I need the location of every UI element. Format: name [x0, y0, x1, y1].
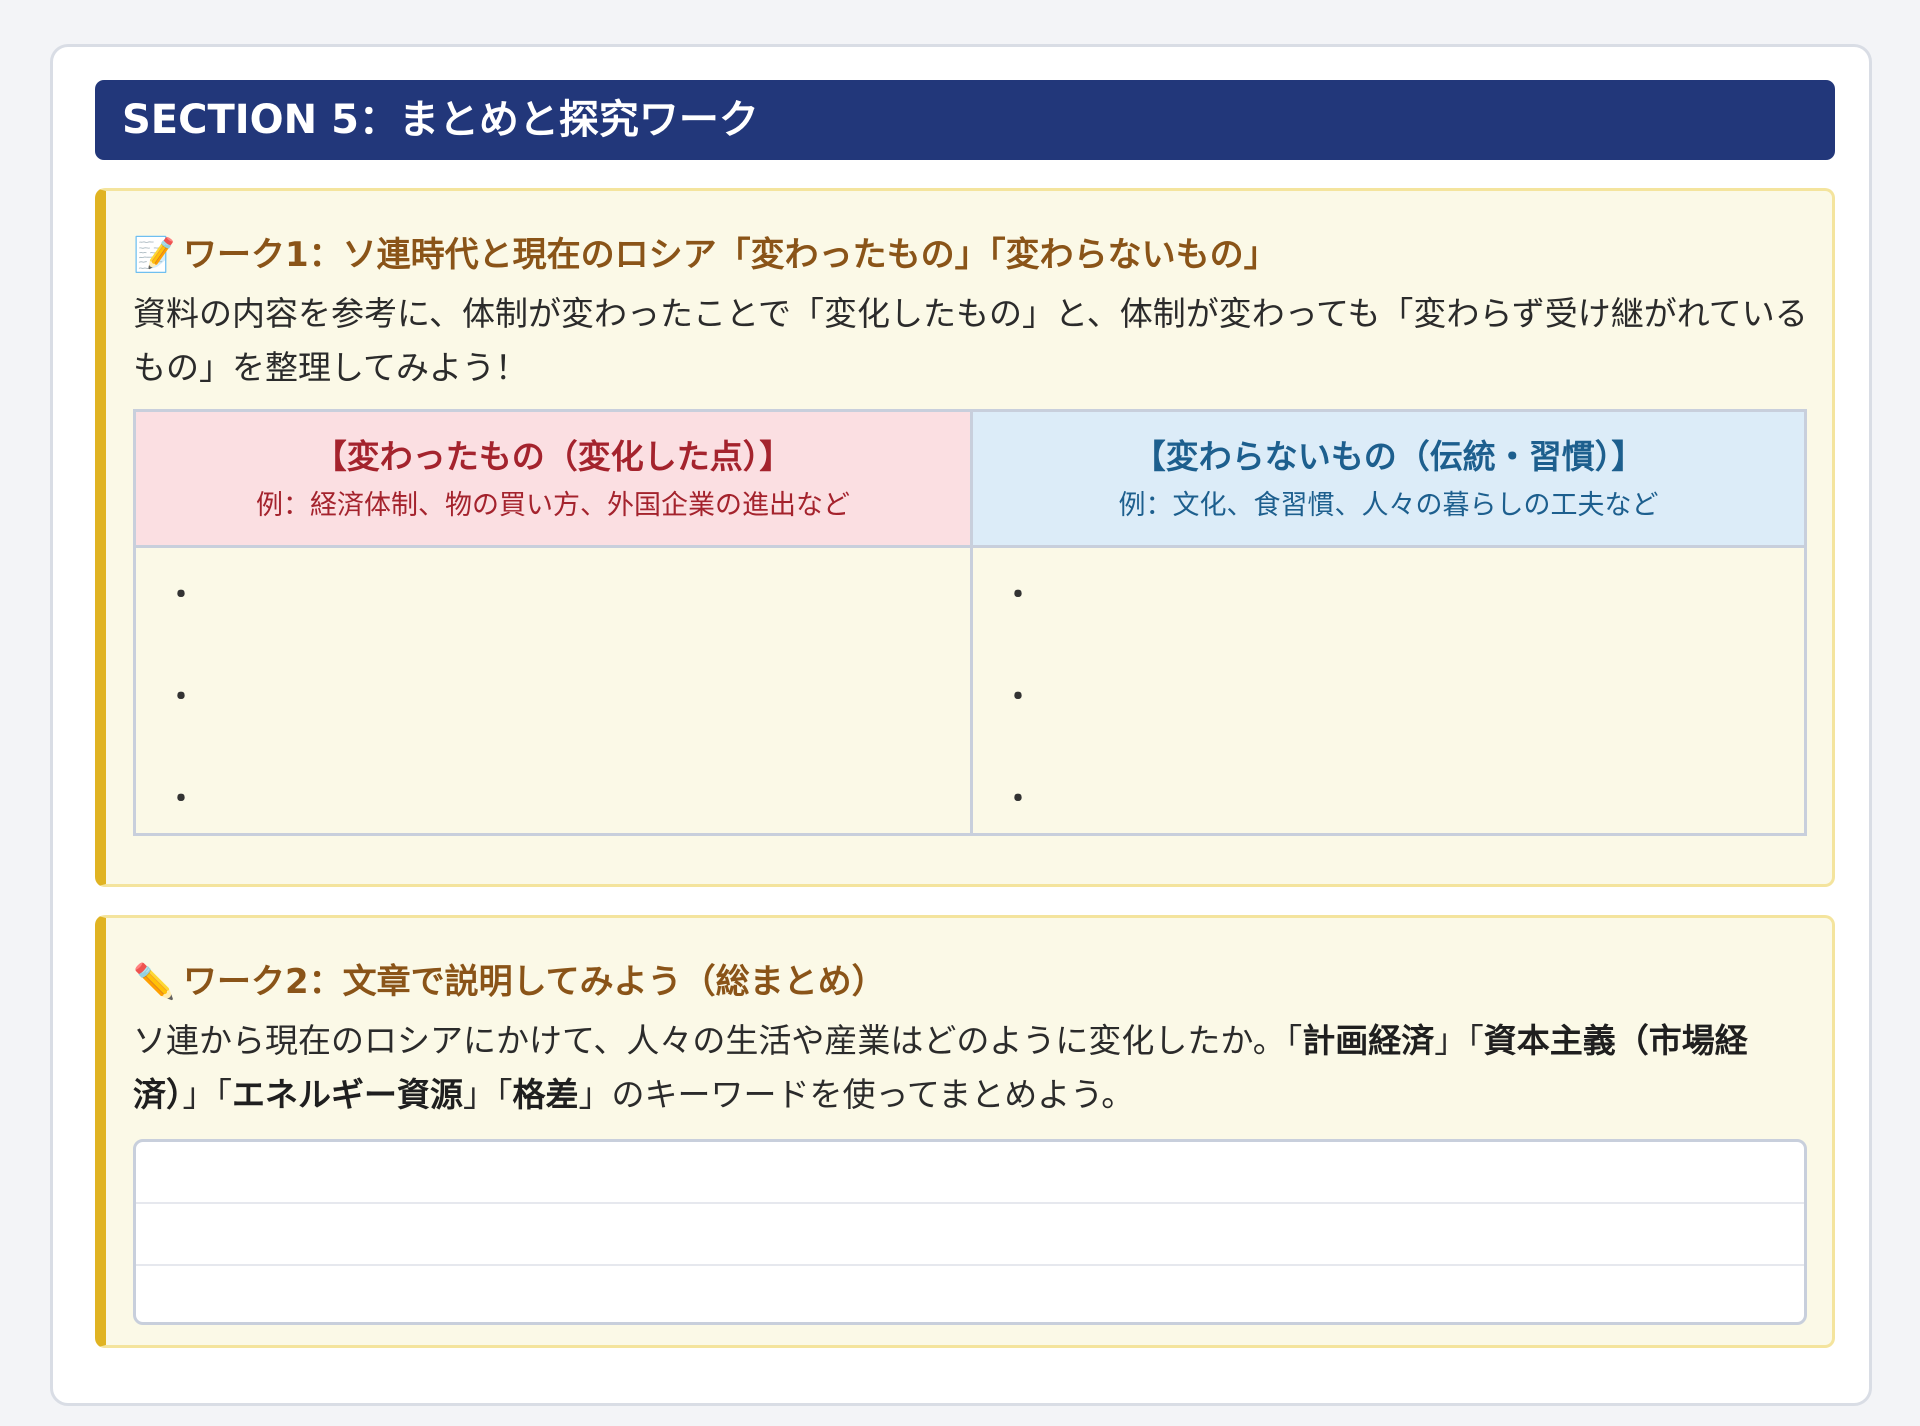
changed-column-example: 例：経済体制、物の買い方、外国企業の進出など	[256, 490, 850, 521]
bullet-point: ・	[1003, 680, 1033, 715]
keyword-planned-economy: 計画経済	[1302, 1021, 1435, 1060]
answer-line	[136, 1202, 1804, 1204]
unchanged-answer-area[interactable]: ・ ・ ・	[973, 548, 1804, 836]
bullet-point: ・	[166, 680, 196, 715]
bullet-point: ・	[166, 782, 196, 817]
work2-title: ✏️ ワーク2：文章で説明してみよう（総まとめ）	[133, 954, 886, 1003]
desc-text: 」「	[463, 1075, 513, 1114]
pencil-icon: ✏️	[133, 962, 176, 1002]
comparison-table: 【変わったもの（変化した点）】 例：経済体制、物の買い方、外国企業の進出など ・…	[133, 409, 1807, 836]
bullet-point: ・	[1003, 578, 1033, 613]
keyword-inequality: 格差	[512, 1075, 579, 1114]
changed-column-header: 【変わったもの（変化した点）】 例：経済体制、物の買い方、外国企業の進出など	[136, 412, 970, 548]
changed-answer-area[interactable]: ・ ・ ・	[136, 548, 970, 836]
answer-line	[136, 1264, 1804, 1266]
desc-text: 」「	[1434, 1021, 1484, 1060]
worksheet-card: SECTION 5：まとめと探究ワーク 📝 ワーク1：ソ連時代と現在のロシア「変わ…	[50, 44, 1872, 1406]
keyword-energy-resources: エネルギー資源	[232, 1075, 463, 1114]
work2-title-text: ワーク2：文章で説明してみよう（総まとめ）	[183, 962, 886, 1002]
work1-panel: 📝 ワーク1：ソ連時代と現在のロシア「変わったもの」「変わらないもの」 資料の内容…	[95, 188, 1835, 887]
desc-text: 」「	[182, 1075, 233, 1114]
answer-writing-box[interactable]	[133, 1139, 1807, 1325]
work2-panel: ✏️ ワーク2：文章で説明してみよう（総まとめ） ソ連から現在のロシアにかけて、人…	[95, 915, 1835, 1348]
unchanged-column-example: 例：文化、食習慣、人々の暮らしの工夫など	[1118, 490, 1659, 521]
desc-text: 」のキーワードを使ってまとめよう。	[578, 1075, 1135, 1114]
bullet-point: ・	[1003, 782, 1033, 817]
work1-title-text: ワーク1：ソ連時代と現在のロシア「変わったもの」「変わらないもの」	[183, 235, 1278, 275]
unchanged-column-title: 【変わらないもの（伝統・習慣）】	[1132, 437, 1645, 476]
unchanged-column: 【変わらないもの（伝統・習慣）】 例：文化、食習慣、人々の暮らしの工夫など ・ …	[970, 412, 1804, 833]
section-header: SECTION 5：まとめと探究ワーク	[95, 80, 1835, 160]
work1-title: 📝 ワーク1：ソ連時代と現在のロシア「変わったもの」「変わらないもの」	[133, 227, 1278, 276]
bullet-point: ・	[166, 578, 196, 613]
memo-icon: 📝	[133, 235, 176, 275]
changed-column-title: 【変わったもの（変化した点）】	[313, 437, 793, 476]
work1-description: 資料の内容を参考に、体制が変わったことで「変化したもの」と、体制が変わっても「変…	[133, 294, 1808, 387]
desc-text: ソ連から現在のロシアにかけて、人々の生活や産業はどのように変化したか。「	[133, 1021, 1303, 1060]
changed-column: 【変わったもの（変化した点）】 例：経済体制、物の買い方、外国企業の進出など ・…	[136, 412, 970, 833]
unchanged-column-header: 【変わらないもの（伝統・習慣）】 例：文化、食習慣、人々の暮らしの工夫など	[973, 412, 1804, 548]
work2-description: ソ連から現在のロシアにかけて、人々の生活や産業はどのように変化したか。「計画経済…	[133, 1014, 1808, 1122]
